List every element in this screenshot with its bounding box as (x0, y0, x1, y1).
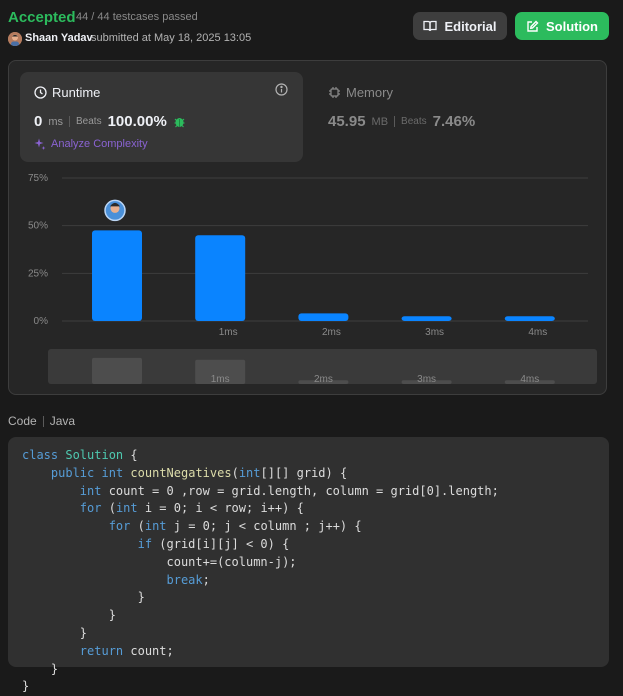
runtime-stats: 0 ms Beats 100.00% (34, 113, 186, 130)
analyze-label: Analyze Complexity (51, 138, 148, 150)
chart-bar (92, 230, 142, 321)
analyze-complexity-link[interactable]: Analyze Complexity (34, 138, 148, 150)
solution-label: Solution (546, 18, 598, 34)
divider (69, 116, 71, 127)
runtime-unit: ms (48, 115, 64, 128)
code-label: Code (8, 414, 37, 428)
y-tick-label: 25% (28, 268, 48, 279)
memory-label: Memory (346, 85, 393, 100)
book-icon (423, 20, 438, 32)
bug-icon (174, 118, 185, 128)
status-title: Accepted (8, 9, 76, 26)
x-tick-label: 3ms (425, 327, 444, 338)
chart-bar (401, 316, 452, 321)
testcases-passed: 44 / 44 testcases passed (76, 11, 198, 23)
memory-value: 45.95 (328, 113, 366, 130)
overview-bar (92, 357, 142, 384)
memory-unit: MB (371, 115, 389, 128)
edit-icon (527, 20, 539, 32)
chart-bar (195, 235, 246, 321)
x-tick-label: 1ms (219, 327, 238, 338)
code-header: Code Java (8, 414, 75, 428)
runtime-label: Runtime (52, 85, 101, 100)
overview-tick-label: 1ms (211, 374, 230, 385)
code-block[interactable]: class Solution { public int countNegativ… (8, 437, 609, 693)
x-tick-label: 2ms (322, 327, 341, 338)
chip-icon (329, 87, 340, 98)
runtime-title: Runtime (34, 85, 100, 100)
source-code: class Solution { public int countNegativ… (22, 448, 499, 694)
y-tick-label: 50% (28, 221, 48, 232)
y-tick-label: 0% (34, 316, 49, 327)
editorial-label: Editorial (444, 18, 497, 34)
editorial-button[interactable]: Editorial (413, 12, 507, 40)
submitter-name[interactable]: Shaan Yadav (25, 32, 93, 44)
memory-beats-label: Beats (401, 116, 427, 127)
info-icon[interactable] (275, 83, 288, 101)
chart-bar (298, 313, 349, 321)
overview-tick-label: 2ms (314, 374, 333, 385)
runtime-value: 0 (34, 113, 43, 130)
divider (42, 415, 44, 427)
clock-icon (34, 86, 47, 99)
solution-button[interactable]: Solution (515, 12, 609, 40)
code-language: Java (49, 414, 76, 428)
chart-bar (504, 316, 555, 321)
x-tick-label: 4ms (528, 327, 547, 338)
user-avatar[interactable] (8, 32, 22, 46)
runtime-beats-label: Beats (76, 116, 102, 127)
memory-beats: 7.46% (432, 113, 476, 130)
submission-meta: submitted at May 18, 2025 13:05 (91, 32, 252, 44)
runtime-distribution-chart[interactable]: 0% 25% 50% 75% 1ms 2ms 3ms 4ms 1ms 2ms 3ms 4ms (20, 168, 600, 390)
y-tick-label: 75% (28, 173, 48, 184)
divider (394, 116, 396, 127)
sparkle-icon (34, 138, 46, 150)
runtime-beats: 100.00% (107, 113, 167, 130)
overview-tick-label: 4ms (520, 374, 539, 385)
overview-tick-label: 3ms (417, 374, 436, 385)
memory-title[interactable]: Memory (328, 85, 393, 100)
memory-stats: 45.95 MB Beats 7.46% (328, 113, 475, 130)
